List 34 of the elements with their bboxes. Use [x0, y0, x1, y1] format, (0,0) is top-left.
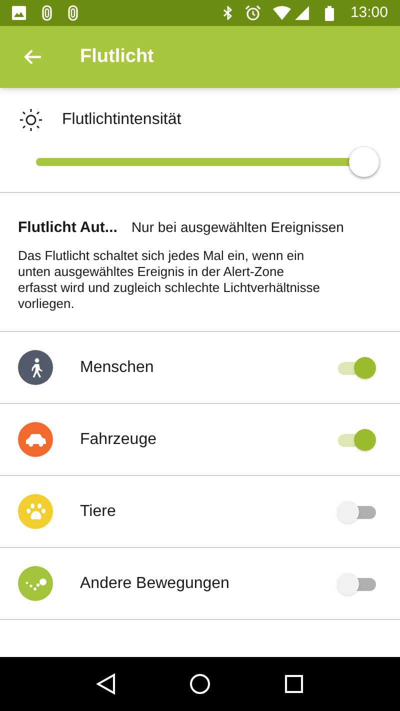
toggle-switch[interactable]	[336, 428, 378, 452]
status-time: 13:00	[350, 2, 388, 23]
alarm-icon	[245, 5, 262, 21]
battery-icon	[325, 6, 334, 20]
bluetooth-icon	[223, 6, 234, 20]
recents-square-icon[interactable]	[284, 674, 304, 694]
event-label: Tiere	[80, 502, 117, 522]
auto-description: Das Flutlicht schaltet sich jedes Mal ein, wenn ein unten ausgewähltes Ereignis in der Alert-Zone erfasst wird und zugleich schlechte Lichtverhältnisse vorliegen.	[18, 248, 322, 312]
event-label: Menschen	[80, 358, 155, 378]
toggle-switch[interactable]	[336, 500, 378, 524]
event-label: Fahrzeuge	[80, 430, 158, 450]
sun-icon	[19, 108, 43, 132]
event-label: Andere Bewegungen	[80, 574, 230, 594]
car-icon	[24, 432, 46, 446]
home-circle-icon[interactable]	[188, 673, 211, 695]
slider-thumb[interactable]	[349, 147, 379, 177]
event-row[interactable]: Menschen	[0, 332, 400, 404]
paw-icon	[26, 502, 46, 520]
event-row[interactable]: Fahrzeuge	[0, 404, 400, 476]
dots-icon	[24, 576, 46, 590]
back-triangle-icon[interactable]	[96, 673, 116, 695]
screen-title: Flutlicht	[80, 44, 154, 69]
toggle-switch[interactable]	[336, 356, 378, 380]
wifi-icon	[273, 6, 292, 20]
toggle-switch[interactable]	[336, 572, 378, 596]
image-icon	[12, 6, 26, 20]
intensity-label: Flutlichtintensität	[62, 110, 182, 130]
signal-icon	[295, 6, 310, 20]
event-row[interactable]: Tiere	[0, 476, 400, 548]
paperclip-icon	[68, 5, 78, 21]
auto-value[interactable]: Nur bei ausgewählten Ereignissen	[131, 217, 344, 238]
paperclip-icon	[42, 5, 52, 21]
auto-label: Flutlicht Aut...	[18, 218, 118, 238]
event-row[interactable]: Andere Bewegungen	[0, 548, 400, 620]
